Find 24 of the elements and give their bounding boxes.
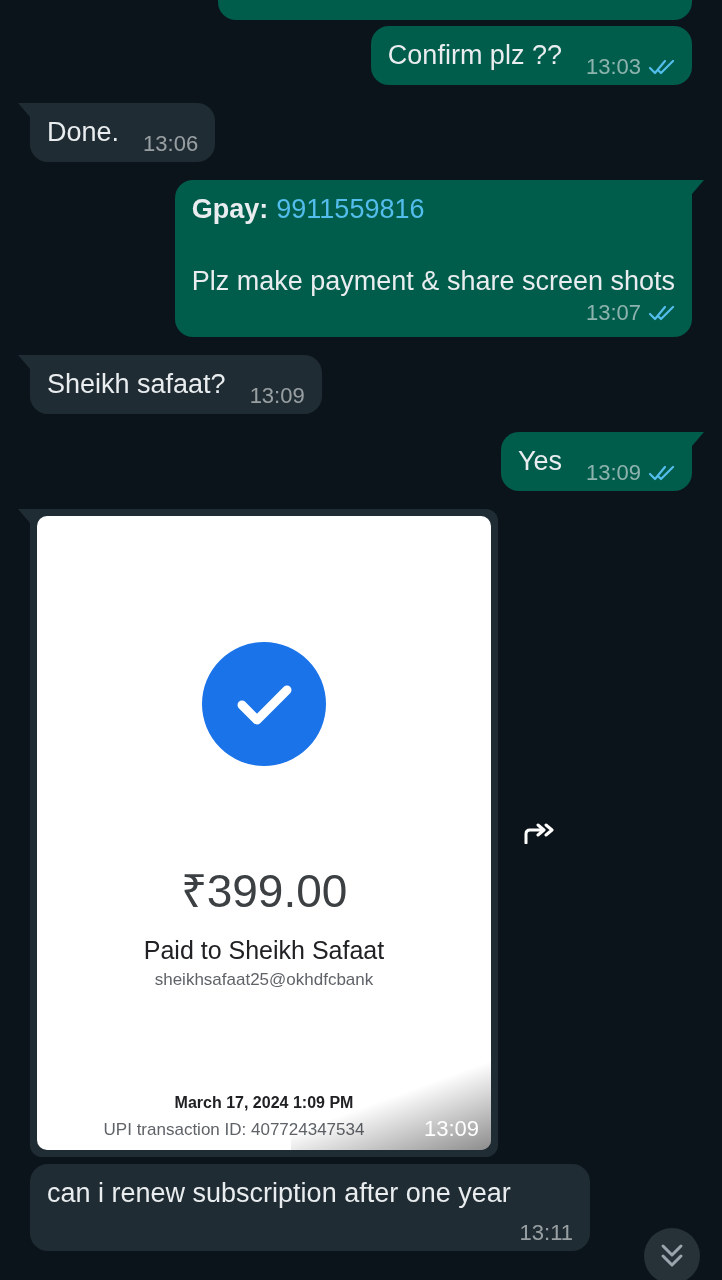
- double-chevron-icon: [660, 1243, 684, 1269]
- message-time: 13:11: [519, 1219, 573, 1247]
- message-time: 13:06: [143, 130, 199, 158]
- message-text: can i renew subscription after one year: [47, 1177, 511, 1210]
- message-text: Done.: [47, 116, 120, 149]
- checkmark-circle-icon: [202, 642, 326, 766]
- payee-name: Paid to Sheikh Safaat: [143, 935, 385, 966]
- upi-id: sheikhsafaat25@okhdfcbank: [154, 970, 374, 990]
- transaction-id: UPI transaction ID: 407724347534: [103, 1120, 365, 1140]
- payment-label: Gpay:: [191, 193, 269, 226]
- message-text: Yes: [517, 445, 562, 478]
- message-time: 13:07: [585, 299, 641, 327]
- payment-screenshot[interactable]: ₹399.00 Paid to Sheikh Safaat sheikhsafaat25@okhdfcbank March 17, 2024 1:09 PM UPI transaction ID: 407724347534 13:09: [37, 516, 491, 1150]
- message-time: 13:09: [249, 382, 305, 410]
- phone-number-link[interactable]: 9911559816: [276, 189, 425, 229]
- payment-date: March 17, 2024 1:09 PM: [174, 1094, 354, 1112]
- message-text: Sheikh safaat?: [47, 368, 226, 401]
- scroll-down-button[interactable]: [644, 1228, 700, 1280]
- message-text: Confirm plz ??: [387, 39, 562, 72]
- message-time: 13:09: [423, 1116, 479, 1142]
- message-time: 13:03: [585, 53, 641, 81]
- message-text: Plz make payment & share screen shots: [191, 265, 675, 298]
- amount-text: ₹399.00: [180, 864, 348, 918]
- message-time: 13:09: [585, 459, 641, 487]
